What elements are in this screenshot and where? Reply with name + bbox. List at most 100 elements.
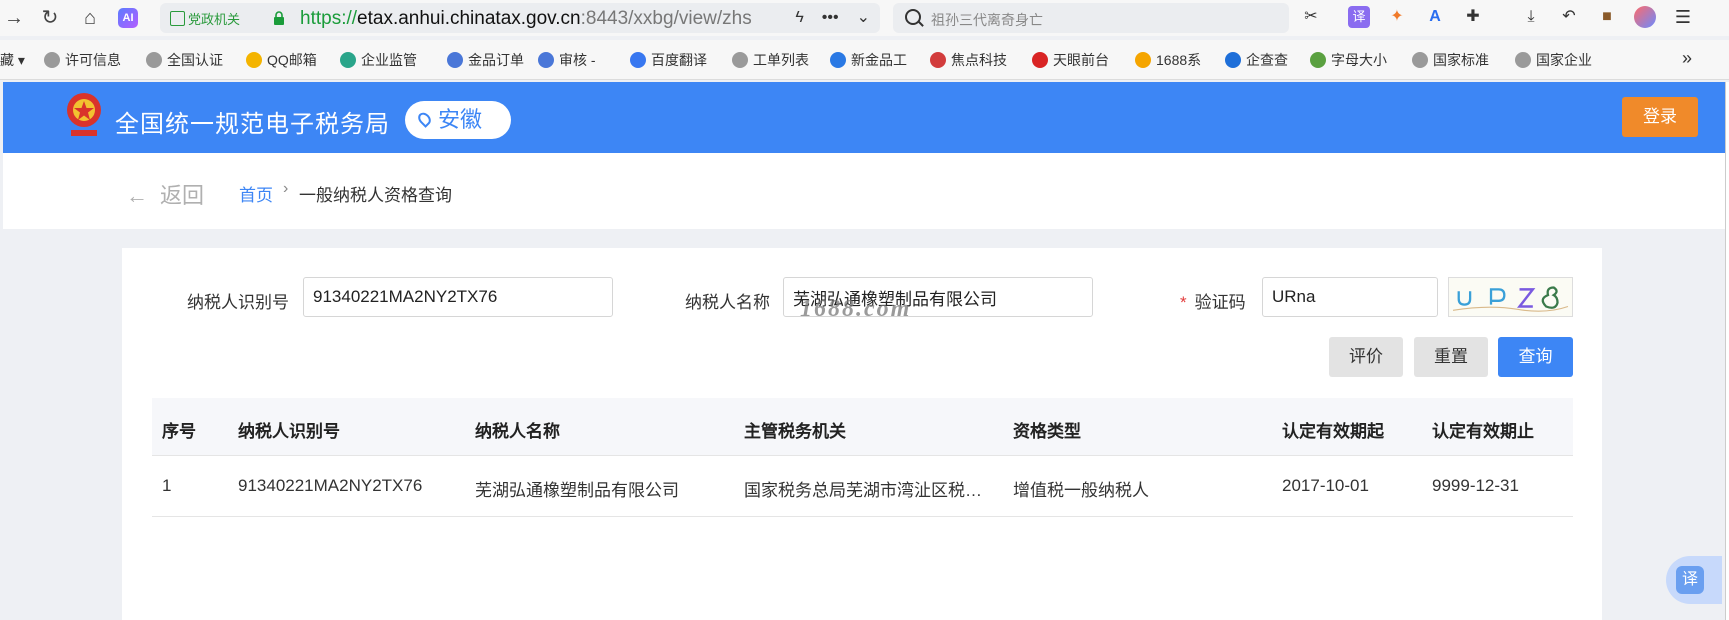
window-edge: [1725, 82, 1729, 620]
cell-qualification-type: 增值税一般纳税人: [1013, 481, 1149, 500]
bookmark-item[interactable]: 字母大小: [1310, 50, 1387, 70]
url-domain: etax.anhui.chinatax.gov.cn: [357, 8, 581, 29]
bookmark-item[interactable]: 百度翻译: [630, 50, 707, 70]
bookmark-item[interactable]: 全国认证: [146, 50, 223, 70]
back-label: 返回: [160, 183, 205, 208]
bookmarks-overflow-icon[interactable]: »: [1682, 48, 1692, 68]
menu-icon[interactable]: ☰: [1672, 6, 1694, 28]
col-header-index: 序号: [162, 422, 196, 441]
ai-assistant-icon[interactable]: AI: [118, 8, 138, 28]
reload-icon[interactable]: ↻: [38, 6, 62, 30]
bookmark-item[interactable]: 审核 -: [538, 50, 596, 70]
taxpayer-id-input[interactable]: [303, 277, 613, 317]
ai-writer-icon[interactable]: A: [1424, 6, 1446, 28]
browser-toolbar: → ↻ ⌂ AI 党政机关 https://etax.anhui.chinata…: [0, 0, 1729, 36]
breadcrumb-home-link[interactable]: 首页: [239, 181, 273, 206]
bookmark-favicon-icon: [1135, 52, 1151, 68]
results-table-header: 序号 纳税人识别号 纳税人名称 主管税务机关 资格类型 认定有效期起 认定有效期…: [152, 398, 1573, 456]
more-icon[interactable]: •••: [822, 9, 839, 26]
tax-emblem-icon: [67, 93, 101, 136]
bookmark-item[interactable]: 新金品工: [830, 50, 907, 70]
profile-icon[interactable]: [1634, 6, 1656, 28]
bookmark-favicon-icon: [44, 52, 60, 68]
bookmark-label: 字母大小: [1331, 52, 1387, 68]
captcha-input[interactable]: [1262, 277, 1438, 317]
address-bar[interactable]: 党政机关 https://etax.anhui.chinatax.gov.cn:…: [160, 3, 880, 33]
bookmark-favicon-icon: [340, 52, 356, 68]
briefcase-icon[interactable]: ■: [1596, 6, 1618, 28]
col-header-tax-authority: 主管税务机关: [744, 422, 846, 441]
url-scheme: https://: [300, 8, 358, 29]
home-icon[interactable]: ⌂: [78, 6, 102, 30]
translate-float-button[interactable]: 译: [1666, 556, 1722, 604]
captcha-label: * 验证码: [1180, 288, 1246, 313]
bookmark-label: 1688系: [1156, 52, 1202, 68]
bookmark-favicon-icon: [732, 52, 748, 68]
translate-fab-icon: 译: [1676, 566, 1704, 594]
chevron-down-icon[interactable]: ⌄: [857, 9, 870, 26]
breadcrumb-current: 一般纳税人资格查询: [299, 186, 452, 205]
cell-valid-from: 2017-10-01: [1282, 476, 1369, 495]
bookmark-item[interactable]: 国家标准: [1412, 50, 1489, 70]
watermark: 1688.com: [800, 296, 912, 322]
bookmark-favicon-icon: [1032, 52, 1048, 68]
undo-icon[interactable]: ↶: [1558, 6, 1580, 28]
cell-index: 1: [162, 476, 172, 495]
bookmark-label: 企业监管: [361, 52, 417, 68]
col-header-taxpayer-id: 纳税人识别号: [238, 422, 340, 441]
bookmark-label: 天眼前台: [1053, 52, 1109, 68]
col-header-qualification-type: 资格类型: [1013, 422, 1081, 441]
breadcrumb: ← 返回 首页 › 一般纳税人资格查询: [3, 153, 1725, 229]
puzzle-icon[interactable]: ✚: [1462, 6, 1484, 28]
bookmark-favicon-icon: [1412, 52, 1428, 68]
region-label: 安徽: [438, 107, 483, 132]
bookmark-item[interactable]: 工单列表: [732, 50, 809, 70]
bookmark-label: 金品订单: [468, 52, 524, 68]
query-button[interactable]: 查询: [1498, 337, 1573, 377]
search-icon: [905, 9, 921, 25]
region-selector[interactable]: 安徽: [405, 101, 511, 139]
bookmark-item[interactable]: 天眼前台: [1032, 50, 1109, 70]
search-bar[interactable]: 祖孙三代离奇身亡: [893, 3, 1289, 33]
evaluate-button[interactable]: 评价: [1329, 337, 1403, 377]
cell-valid-to: 9999-12-31: [1432, 476, 1519, 495]
gamepad-icon[interactable]: ✦: [1386, 6, 1408, 28]
bookmark-label: 国家企业: [1536, 52, 1592, 68]
location-pin-icon: [415, 110, 434, 128]
download-icon[interactable]: ⤓: [1520, 6, 1542, 28]
login-button[interactable]: 登录: [1622, 97, 1698, 137]
bookmark-item[interactable]: 藏 ▾: [0, 50, 25, 70]
bookmark-item[interactable]: 1688系: [1135, 50, 1201, 70]
url-text[interactable]: https://etax.anhui.chinatax.gov.cn:8443/…: [300, 8, 820, 30]
back-button[interactable]: ← 返回: [126, 178, 204, 210]
bookmark-favicon-icon: [538, 52, 554, 68]
address-actions: ϟ ••• ⌄: [777, 7, 870, 27]
bookmark-item[interactable]: 企查查: [1225, 50, 1288, 70]
forward-arrow-icon[interactable]: →: [2, 6, 26, 30]
bookmark-label: 许可信息: [65, 52, 121, 68]
cell-taxpayer-name: 芜湖弘通橡塑制品有限公司: [475, 481, 679, 500]
bookmark-label: 百度翻译: [651, 52, 707, 68]
lightning-icon[interactable]: ϟ: [795, 9, 803, 26]
bookmark-label: 国家标准: [1433, 52, 1489, 68]
reset-button[interactable]: 重置: [1414, 337, 1488, 377]
bookmark-item[interactable]: 许可信息: [44, 50, 121, 70]
translate-icon[interactable]: 译: [1348, 6, 1370, 28]
gov-badge: 党政机关: [170, 9, 240, 27]
gov-badge-label: 党政机关: [188, 12, 241, 27]
bookmark-label: 审核 -: [559, 52, 596, 68]
bookmark-item[interactable]: 企业监管: [340, 50, 417, 70]
bookmark-favicon-icon: [830, 52, 846, 68]
scissors-icon[interactable]: ✂: [1300, 6, 1322, 28]
site-title: 全国统一规范电子税务局: [115, 111, 390, 138]
url-path: :8443/xxbg/view/zhs: [580, 8, 752, 29]
bookmark-item[interactable]: 焦点科技: [930, 50, 1007, 70]
captcha-image[interactable]: [1448, 277, 1573, 317]
bookmark-item[interactable]: 金品订单: [447, 50, 524, 70]
lock-icon: [274, 11, 284, 25]
bookmark-favicon-icon: [1225, 52, 1241, 68]
bookmark-item[interactable]: 国家企业: [1515, 50, 1592, 70]
bookmark-item[interactable]: QQ邮箱: [246, 50, 317, 70]
bookmark-label: 焦点科技: [951, 52, 1007, 68]
bookmark-label: 工单列表: [753, 52, 809, 68]
